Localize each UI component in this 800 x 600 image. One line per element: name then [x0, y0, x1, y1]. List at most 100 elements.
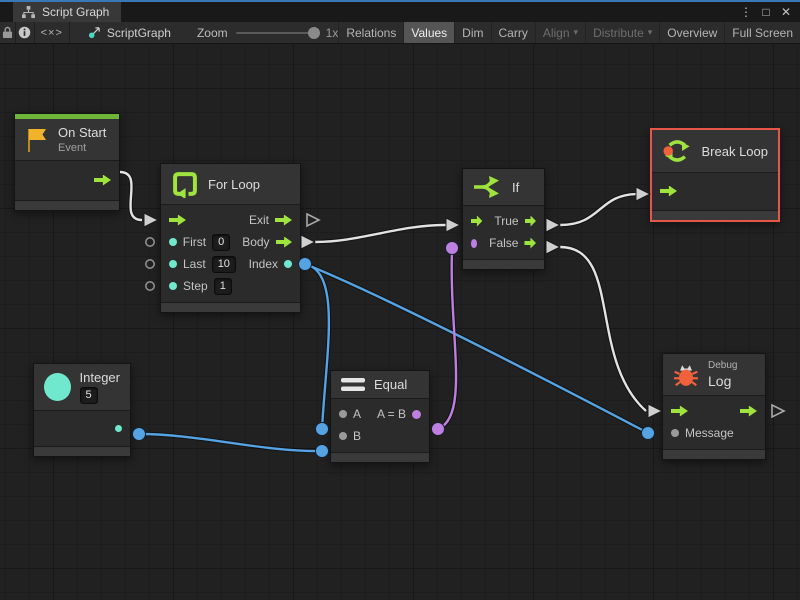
message-input-port[interactable] — [671, 429, 679, 437]
flow-input-port[interactable] — [471, 216, 482, 227]
dim-button[interactable]: Dim — [454, 22, 490, 43]
relations-button[interactable]: Relations — [338, 22, 403, 43]
port-if-false-out-marker[interactable] — [546, 240, 560, 254]
b-input-port[interactable] — [339, 432, 347, 440]
wire-true-to-breakloop — [560, 194, 638, 225]
node-footer — [331, 452, 429, 462]
port-forloop-step-unconnected[interactable] — [146, 282, 154, 290]
port-if-condition-connection-dot[interactable] — [446, 242, 459, 255]
graph-canvas[interactable]: On Start Event For Loop — [0, 44, 800, 600]
port-forloop-body-out-marker[interactable] — [301, 235, 315, 249]
node-for-loop-header[interactable]: For Loop — [161, 164, 300, 205]
node-if-header[interactable]: If — [463, 169, 544, 206]
step-value-field[interactable]: 1 — [214, 278, 232, 295]
port-if-true-out-marker[interactable] — [546, 218, 560, 232]
port-equal-b-connection-dot[interactable] — [316, 445, 329, 458]
window-maximize-icon[interactable]: □ — [758, 5, 774, 19]
last-value-field[interactable]: 10 — [212, 256, 236, 273]
integer-value-field[interactable]: 5 — [80, 387, 98, 404]
first-input-port[interactable] — [169, 238, 177, 246]
window-menu-icon[interactable]: ⋮ — [738, 5, 754, 19]
zoom-slider-handle[interactable] — [308, 27, 320, 39]
chevron-down-icon: ▾ — [574, 27, 579, 38]
flag-icon — [25, 127, 49, 153]
last-input-port[interactable] — [169, 260, 177, 268]
a-label: A — [353, 407, 361, 421]
step-label: Step — [183, 279, 208, 293]
node-equal-header[interactable]: Equal — [331, 371, 429, 399]
port-if-flow-in-marker[interactable] — [446, 218, 460, 232]
last-label: Last — [183, 257, 206, 271]
values-button[interactable]: Values — [403, 22, 454, 43]
port-forloop-last-unconnected[interactable] — [146, 260, 154, 268]
bug-icon — [673, 362, 699, 388]
node-if[interactable]: If True False — [462, 168, 545, 270]
step-input-port[interactable] — [169, 282, 177, 290]
node-title: For Loop — [208, 177, 260, 192]
port-debuglog-flow-in-marker[interactable] — [648, 404, 662, 418]
node-on-start-header[interactable]: On Start Event — [15, 119, 119, 161]
info-button[interactable] — [16, 22, 34, 43]
body-label: Body — [242, 235, 269, 249]
window-close-icon[interactable]: ✕ — [778, 5, 794, 19]
message-label: Message — [685, 426, 734, 440]
condition-input-port[interactable] — [471, 239, 477, 248]
exit-output-port[interactable] — [275, 215, 292, 226]
a-input-port[interactable] — [339, 410, 347, 418]
node-for-loop[interactable]: For Loop Exit First 0 Body — [160, 163, 301, 313]
node-integer[interactable]: Integer 5 — [33, 363, 131, 457]
node-on-start[interactable]: On Start Event — [14, 113, 120, 211]
true-output-port[interactable] — [525, 216, 536, 227]
index-output-port[interactable] — [284, 260, 292, 268]
index-label: Index — [249, 257, 278, 271]
port-forloop-exit-unconnected[interactable] — [307, 214, 319, 226]
node-debug-log-header[interactable]: Debug Log — [663, 354, 765, 396]
wire-equal-to-condition — [438, 251, 456, 429]
full-screen-button[interactable]: Full Screen — [724, 22, 800, 43]
first-label: First — [183, 235, 206, 249]
flow-input-port[interactable] — [660, 186, 677, 197]
flow-input-port[interactable] — [671, 406, 688, 417]
port-equal-a-connection-dot[interactable] — [316, 423, 329, 436]
node-break-loop-header[interactable]: Break Loop — [652, 130, 778, 173]
node-debug-log[interactable]: Debug Log Message — [662, 353, 766, 460]
flow-input-port[interactable] — [169, 215, 186, 226]
node-break-loop-selected[interactable]: Break Loop — [650, 128, 780, 222]
port-forloop-first-unconnected[interactable] — [146, 238, 154, 246]
integer-output-port[interactable] — [115, 425, 122, 432]
graph-name-label: ScriptGraph — [107, 26, 171, 40]
graph-toolbar: <×> ScriptGraph Zoom 1x Relations Values… — [0, 22, 800, 44]
branch-icon — [473, 175, 503, 199]
port-equal-result-connection-dot[interactable] — [432, 423, 445, 436]
trigger-output-port[interactable] — [94, 175, 111, 186]
result-label: A = B — [377, 407, 406, 421]
toolbar-toggle-group: Relations Values Dim Carry Align▾ Distri… — [338, 22, 800, 43]
node-title: Break Loop — [702, 144, 769, 159]
align-dropdown[interactable]: Align▾ — [535, 22, 585, 43]
node-category: Debug — [708, 360, 737, 371]
node-title: Log — [708, 373, 737, 389]
false-output-port[interactable] — [524, 238, 536, 249]
port-integer-connection-dot[interactable] — [133, 428, 146, 441]
node-title: If — [512, 180, 519, 195]
result-output-port[interactable] — [412, 410, 421, 419]
node-integer-header[interactable]: Integer 5 — [34, 364, 130, 411]
node-equal[interactable]: Equal A A = B B — [330, 370, 430, 463]
loop-icon — [171, 170, 199, 198]
flow-output-port[interactable] — [740, 406, 757, 417]
carry-button[interactable]: Carry — [491, 22, 535, 43]
break-loop-icon — [662, 136, 693, 166]
wire-index-to-equal-a — [305, 264, 329, 429]
overview-button[interactable]: Overview — [659, 22, 724, 43]
tab-script-graph[interactable]: Script Graph — [13, 2, 121, 22]
distribute-dropdown[interactable]: Distribute▾ — [585, 22, 659, 43]
body-output-port[interactable] — [276, 237, 292, 248]
port-debuglog-flow-out-unconnected[interactable] — [772, 405, 784, 417]
code-preview-button[interactable]: <×> — [35, 22, 70, 43]
port-message-connection-dot[interactable] — [642, 427, 655, 440]
port-breakloop-flow-in-marker[interactable] — [636, 187, 650, 201]
port-forloop-flow-in-marker[interactable] — [144, 213, 158, 227]
first-value-field[interactable]: 0 — [212, 234, 230, 251]
lock-button[interactable] — [0, 22, 16, 43]
zoom-slider-track[interactable] — [236, 32, 318, 34]
